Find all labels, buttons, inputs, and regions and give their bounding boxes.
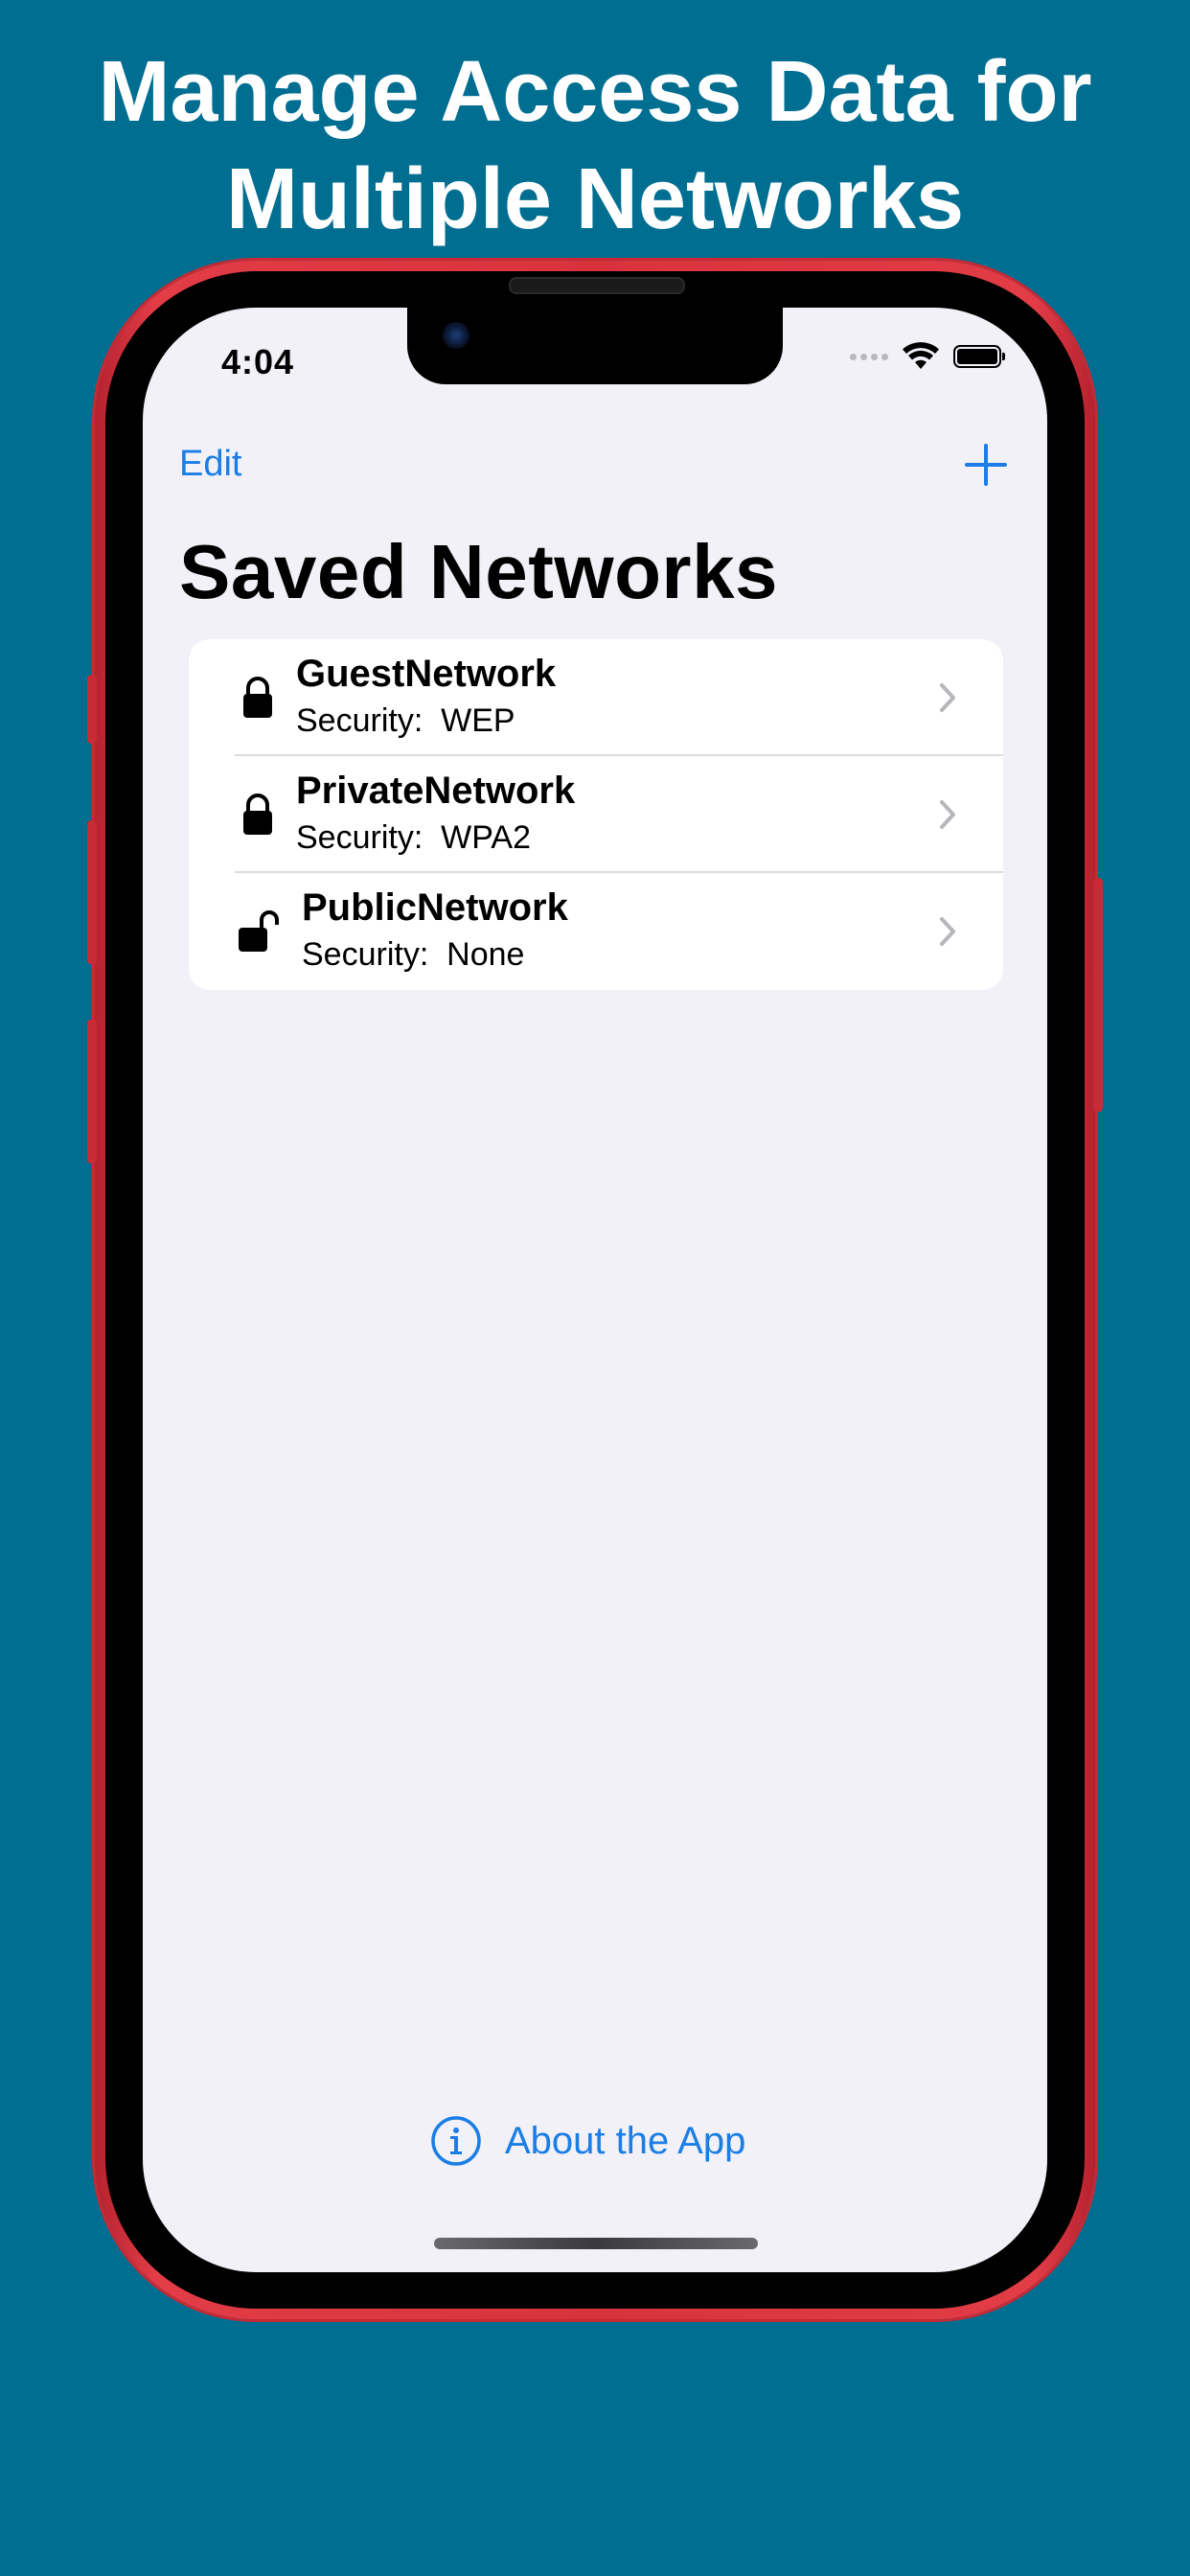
network-list: GuestNetwork Security: WEP PrivateNetwor… — [189, 639, 1003, 990]
headline-line-2: Multiple Networks — [225, 151, 965, 247]
volume-down-button — [87, 1020, 97, 1163]
front-camera — [443, 322, 469, 349]
status-time: 4:04 — [221, 342, 295, 381]
wifi-icon — [903, 342, 939, 369]
info-circle-icon — [431, 2116, 481, 2166]
mute-switch — [87, 675, 97, 744]
chevron-right-icon — [940, 917, 955, 946]
network-name: PublicNetwork — [302, 886, 568, 929]
network-security: Security: None — [302, 936, 525, 973]
plus-icon[interactable] — [963, 442, 1009, 488]
lock-open-icon — [239, 910, 279, 952]
network-name: PrivateNetwork — [296, 770, 576, 812]
network-row-public[interactable]: PublicNetwork Security: None — [189, 873, 1003, 990]
chevron-right-icon — [940, 683, 955, 712]
chevron-right-icon — [940, 800, 955, 829]
headline-line-1: Manage Access Data for — [98, 44, 1092, 140]
network-row-private[interactable]: PrivateNetwork Security: WPA2 — [189, 756, 1003, 873]
battery-icon — [953, 345, 1005, 368]
power-button — [1093, 878, 1103, 1112]
network-security: Security: WEP — [296, 702, 515, 739]
phone-screen: 4:04 Edit Saved Networks GuestNetwork Se… — [143, 308, 1047, 2272]
volume-up-button — [87, 820, 97, 964]
home-indicator[interactable] — [434, 2238, 758, 2249]
about-app-label: About the App — [505, 2119, 746, 2162]
network-security: Security: WPA2 — [296, 819, 531, 856]
headline: Manage Access Data for Multiple Networks — [0, 38, 1190, 253]
about-app-button[interactable]: About the App — [430, 2115, 745, 2167]
status-icons — [850, 342, 1005, 371]
lock-closed-icon — [243, 677, 272, 718]
speaker-grille — [509, 277, 685, 294]
lock-closed-icon — [243, 794, 272, 835]
signal-dots-icon — [850, 353, 888, 360]
network-name: GuestNetwork — [296, 653, 557, 695]
page-title: Saved Networks — [179, 529, 779, 614]
edit-button[interactable]: Edit — [179, 444, 241, 485]
network-row-guest[interactable]: GuestNetwork Security: WEP — [189, 639, 1003, 756]
